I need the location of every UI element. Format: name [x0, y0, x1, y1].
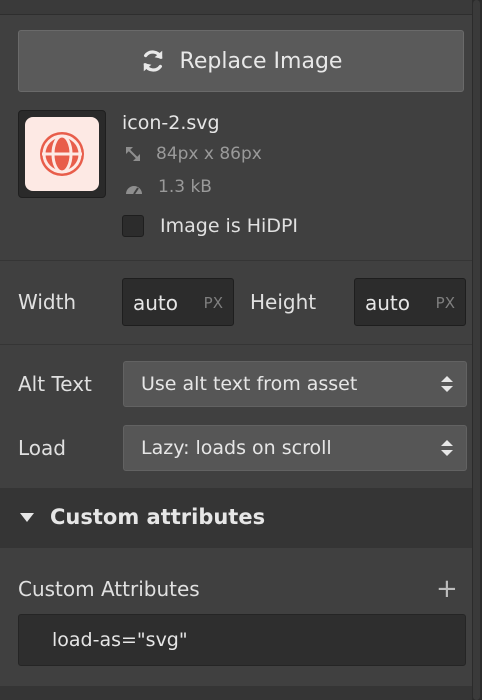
- custom-attributes-section-header[interactable]: Custom attributes: [0, 488, 472, 548]
- hidpi-label: Image is HiDPI: [160, 215, 299, 237]
- divider: [0, 344, 472, 345]
- alt-text-value: Use alt text from asset: [141, 373, 358, 395]
- add-attribute-button[interactable]: +: [436, 574, 458, 604]
- image-thumbnail[interactable]: [18, 110, 106, 198]
- custom-attribute-text: load-as="svg": [52, 629, 188, 651]
- gauge-icon: [126, 186, 142, 195]
- load-label: Load: [18, 436, 66, 460]
- image-settings-panel: Replace Image icon-2.svg 84px x 86px 1.3…: [0, 0, 472, 700]
- custom-attributes-section-title: Custom attributes: [50, 505, 266, 529]
- alt-text-select[interactable]: Use alt text from asset: [123, 361, 467, 407]
- load-select[interactable]: Lazy: loads on scroll: [123, 425, 467, 471]
- image-dimensions: 84px x 86px: [156, 144, 262, 164]
- width-value: auto: [133, 291, 179, 315]
- height-unit[interactable]: PX: [436, 294, 455, 312]
- scrollbar[interactable]: [472, 0, 482, 700]
- load-value: Lazy: loads on scroll: [141, 437, 332, 459]
- panel-top-divider: [0, 0, 472, 15]
- divider: [0, 260, 472, 261]
- up-down-arrows-icon: [441, 440, 453, 456]
- height-input[interactable]: auto PX: [354, 278, 466, 326]
- width-input[interactable]: auto PX: [122, 278, 234, 326]
- globe-icon: [40, 132, 84, 176]
- width-unit[interactable]: PX: [204, 294, 223, 312]
- caret-down-icon: [20, 513, 34, 522]
- hidpi-checkbox[interactable]: [122, 215, 144, 237]
- resize-arrows-icon: [126, 147, 140, 161]
- scrollbar-thumb[interactable]: [473, 0, 480, 700]
- custom-attribute-item[interactable]: load-as="svg": [18, 614, 466, 666]
- up-down-arrows-icon: [441, 376, 453, 392]
- image-size-row: 1.3 kB: [124, 177, 212, 197]
- replace-image-label: Replace Image: [179, 48, 343, 74]
- height-label: Height: [250, 290, 317, 314]
- thumbnail-preview: [25, 117, 99, 191]
- image-dimensions-row: 84px x 86px: [124, 144, 262, 164]
- alt-text-label: Alt Text: [18, 372, 92, 396]
- panel-bottom-divider: [0, 686, 472, 700]
- refresh-icon: [143, 50, 162, 72]
- replace-image-button[interactable]: Replace Image: [18, 30, 464, 92]
- height-value: auto: [365, 291, 411, 315]
- image-file-size: 1.3 kB: [158, 177, 212, 197]
- image-filename: icon-2.svg: [122, 112, 220, 134]
- width-label: Width: [18, 290, 77, 314]
- custom-attributes-label: Custom Attributes: [18, 577, 200, 601]
